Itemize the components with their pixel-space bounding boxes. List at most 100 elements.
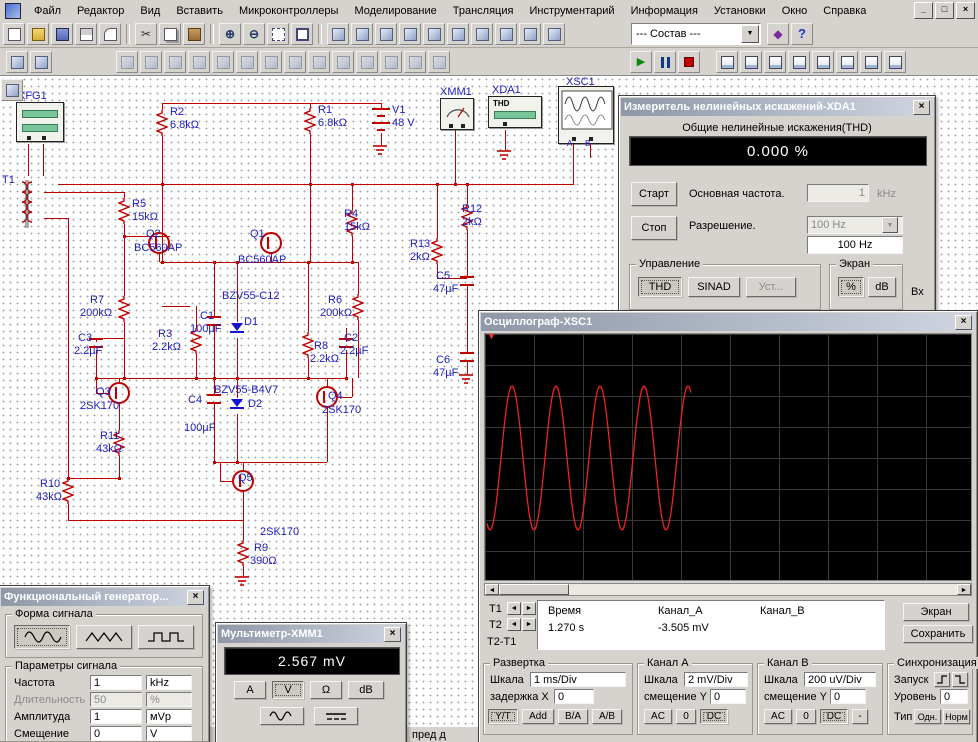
zoom-in-icon[interactable]: ⊕ <box>219 23 241 45</box>
menu-item[interactable]: Файл <box>26 2 69 20</box>
resistor-symbol[interactable] <box>156 110 168 136</box>
sources-icon[interactable] <box>327 23 349 45</box>
offset-unit-field[interactable]: V <box>146 726 192 741</box>
start-button[interactable]: Старт <box>631 182 677 206</box>
virtual-indicator-icon[interactable] <box>260 51 282 73</box>
virtual-measurement-icon[interactable] <box>380 51 402 73</box>
resistor-symbol[interactable] <box>304 108 316 134</box>
minimize-icon[interactable]: _ <box>914 2 933 19</box>
xsc-titlebar[interactable]: Осциллограф-XSC1 × <box>481 313 975 331</box>
ab-mode-button[interactable]: A/B <box>592 709 622 724</box>
virtual-3d-icon[interactable] <box>356 51 378 73</box>
zener-diode-symbol[interactable] <box>230 322 244 336</box>
analog-icon[interactable] <box>423 23 445 45</box>
resistor-symbol[interactable] <box>431 238 443 264</box>
zoom-out-icon[interactable]: ⊖ <box>243 23 265 45</box>
t1-left-icon[interactable]: ◄ <box>507 602 521 615</box>
screen-reverse-button[interactable]: Экран <box>903 603 969 621</box>
function-generator-instrument[interactable] <box>16 102 64 142</box>
virtual-source-icon[interactable] <box>116 51 138 73</box>
menu-item[interactable]: Микроконтроллеры <box>231 2 347 20</box>
save-button[interactable]: Сохранить <box>903 625 973 643</box>
resistor-symbol[interactable] <box>352 294 364 320</box>
duty-unit-field[interactable]: % <box>146 692 192 707</box>
ampere-button[interactable]: A <box>234 681 266 699</box>
transistors-icon[interactable] <box>399 23 421 45</box>
basic-icon[interactable] <box>351 23 373 45</box>
scope-scrollbar[interactable]: ◄ ► <box>484 583 972 596</box>
misc-icon[interactable] <box>543 23 565 45</box>
menu-item[interactable]: Справка <box>815 2 874 20</box>
resistor-symbol[interactable] <box>118 198 130 224</box>
xsc-close-icon[interactable]: × <box>955 315 972 330</box>
scroll-left-icon[interactable]: ◄ <box>485 584 499 595</box>
chb-ypos-field[interactable]: 0 <box>830 689 866 704</box>
resolution-combobox[interactable]: 100 Hz ▼ <box>807 216 903 234</box>
percent-button[interactable]: % <box>838 277 864 297</box>
menu-item[interactable]: Моделирование <box>346 2 444 20</box>
paste-icon[interactable] <box>183 23 205 45</box>
virtual-transistor-icon[interactable] <box>188 51 210 73</box>
cut-icon[interactable]: ✂ <box>135 23 157 45</box>
xmm-close-icon[interactable]: × <box>384 627 401 642</box>
rising-edge-button[interactable] <box>934 672 950 687</box>
xfg-titlebar[interactable]: Функциональный генератор... × <box>1 588 207 606</box>
menu-item[interactable]: Вид <box>132 2 168 20</box>
misc-digital-icon[interactable] <box>495 23 517 45</box>
distortion-analyzer-instrument[interactable]: THD <box>488 96 542 128</box>
diodes-icon[interactable] <box>375 23 397 45</box>
virtual-rf-icon[interactable] <box>404 51 426 73</box>
pause-sim-icon[interactable] <box>30 51 52 73</box>
thd-button[interactable]: THD <box>638 277 682 297</box>
wattmeter-icon[interactable] <box>764 51 786 73</box>
breadboard-view-icon[interactable] <box>6 51 28 73</box>
word-generator-icon[interactable] <box>836 51 858 73</box>
oscilloscope-instrument[interactable] <box>558 86 614 144</box>
close-icon[interactable]: × <box>956 2 975 19</box>
virtual-analog-icon[interactable] <box>212 51 234 73</box>
chb-ac-button[interactable]: AC <box>764 709 792 724</box>
single-trigger-button[interactable]: Одн. <box>914 709 941 724</box>
component-wizard-icon[interactable]: ◆ <box>767 23 789 45</box>
ohm-button[interactable]: Ω <box>310 681 342 699</box>
capacitor-symbol[interactable] <box>460 276 474 286</box>
virtual-signal-icon[interactable] <box>332 51 354 73</box>
battery-symbol[interactable] <box>371 108 391 134</box>
cha-scale-field[interactable]: 2 mV/Div <box>684 672 748 687</box>
zoom-area-icon[interactable] <box>267 23 289 45</box>
db-button[interactable]: dB <box>348 681 384 699</box>
offset-field[interactable]: 0 <box>90 726 142 741</box>
bode-plotter-icon[interactable] <box>812 51 834 73</box>
frequency-unit-field[interactable]: kHz <box>146 675 192 690</box>
sine-wave-button[interactable] <box>14 625 70 649</box>
chb-minus-button[interactable]: - <box>852 709 868 724</box>
frequency-field[interactable]: 1 <box>90 675 142 690</box>
distortion-analyzer-icon[interactable] <box>884 51 906 73</box>
zoom-fullscreen-icon[interactable] <box>291 23 313 45</box>
new-icon[interactable] <box>3 23 25 45</box>
oscilloscope-icon[interactable] <box>788 51 810 73</box>
restore-icon[interactable]: □ <box>935 2 954 19</box>
chevron-down-icon[interactable]: ▼ <box>741 25 759 43</box>
virtual-misc-icon[interactable] <box>236 51 258 73</box>
amplitude-unit-field[interactable]: мVp <box>146 709 192 724</box>
zener-diode-symbol[interactable] <box>230 398 244 412</box>
stop-button[interactable]: Стоп <box>631 216 677 240</box>
t2-left-icon[interactable]: ◄ <box>507 618 521 631</box>
stop-icon[interactable] <box>678 51 700 73</box>
fundamental-freq-field[interactable]: 1 <box>807 184 869 202</box>
chevron-down-icon[interactable]: ▼ <box>882 217 898 233</box>
virtual-electromech-icon[interactable] <box>428 51 450 73</box>
chb-scale-field[interactable]: 200 uV/Div <box>804 672 876 687</box>
yt-mode-button[interactable]: Y/T <box>488 709 518 724</box>
cha-dc-button[interactable]: DC <box>700 709 728 724</box>
t1-right-icon[interactable]: ► <box>522 602 536 615</box>
cha-ypos-field[interactable]: 0 <box>710 689 746 704</box>
xfg-close-icon[interactable]: × <box>187 590 204 605</box>
print-icon[interactable] <box>75 23 97 45</box>
sinad-button[interactable]: SINAD <box>688 277 740 297</box>
open-icon[interactable] <box>27 23 49 45</box>
menu-item[interactable]: Инструментарий <box>521 2 622 20</box>
chb-dc-button[interactable]: DC <box>820 709 848 724</box>
save-icon[interactable] <box>51 23 73 45</box>
